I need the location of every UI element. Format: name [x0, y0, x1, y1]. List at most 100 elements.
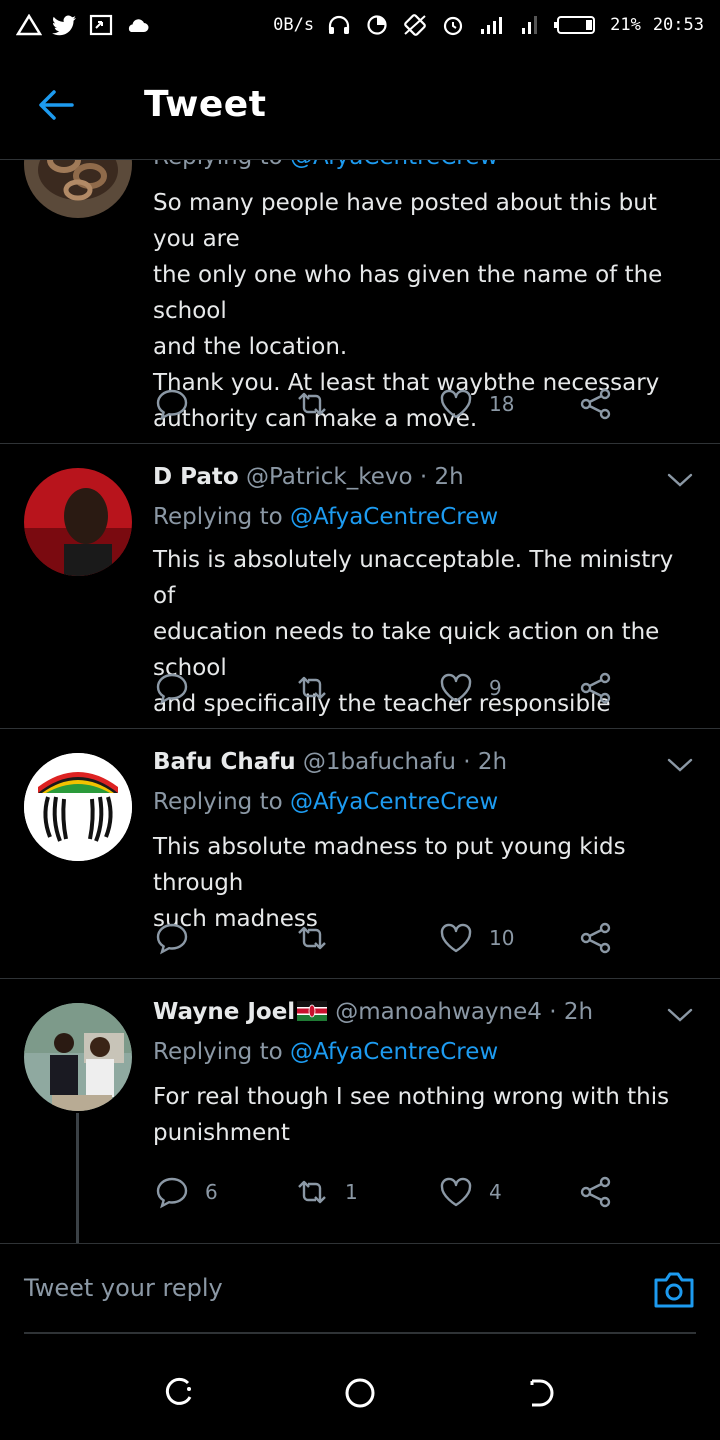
avatar[interactable]: [24, 1003, 132, 1111]
replying-prefix: Replying to: [153, 1039, 283, 1065]
replying-to: Replying to @AfyaCentreCrew: [153, 789, 498, 815]
battery-level: 21%: [610, 15, 641, 35]
reply-icon: [156, 923, 188, 955]
heart-icon: [440, 923, 472, 953]
retweet-button[interactable]: [293, 384, 345, 424]
tweet-actions: 9: [153, 668, 673, 708]
share-button[interactable]: [577, 384, 615, 424]
like-count: 4: [489, 1180, 502, 1204]
handle[interactable]: @manoahwayne4: [335, 999, 542, 1025]
display-name[interactable]: Bafu Chafu: [153, 749, 296, 775]
reply-composer: Tweet your reply: [0, 1244, 720, 1334]
back-nav-button[interactable]: [510, 1363, 570, 1423]
tweet-item[interactable]: D Pato @Patrick_kevo · 2h Replying to @A…: [0, 444, 720, 729]
like-count: 10: [489, 926, 515, 950]
avatar-rasta-hat-image: [24, 753, 132, 861]
avatar[interactable]: [24, 468, 132, 576]
kenya-flag-icon: [297, 1001, 328, 1021]
tweet-item[interactable]: Replying to @AfyaCentreCrew So many peop…: [0, 160, 720, 444]
back-nav-icon: [530, 1379, 554, 1407]
display-name[interactable]: D Pato: [153, 464, 239, 490]
tweet-actions: 6 1 4: [153, 1172, 673, 1212]
handle[interactable]: @1bafuchafu: [303, 749, 456, 775]
avatar[interactable]: [24, 753, 132, 861]
recents-button[interactable]: [150, 1363, 210, 1423]
reply-button[interactable]: [153, 384, 205, 424]
tweet-header: D Pato @Patrick_kevo · 2h: [153, 464, 464, 490]
replying-to: Replying to @AfyaCentreCrew: [153, 504, 498, 530]
net-speed: 0B/s: [273, 15, 315, 35]
alarm-icon: [443, 16, 463, 36]
status-bar: 0B/s 21% 20:53: [0, 0, 720, 50]
timestamp: · 2h: [463, 749, 508, 775]
mention-link[interactable]: @AfyaCentreCrew: [290, 504, 498, 530]
tweet-header: Bafu Chafu @1bafuchafu · 2h: [153, 749, 507, 775]
like-button[interactable]: 9: [437, 668, 502, 708]
replying-prefix: Replying to: [153, 504, 283, 530]
chevron-down-icon[interactable]: [664, 999, 696, 1031]
camera-icon[interactable]: [652, 1270, 696, 1310]
home-circle-icon: [345, 1378, 375, 1408]
chevron-down-icon[interactable]: [664, 749, 696, 781]
tweet-actions: 18: [153, 384, 673, 424]
reply-button[interactable]: [153, 918, 205, 958]
signal-icon: [481, 17, 503, 34]
tweet-item[interactable]: Bafu Chafu @1bafuchafu · 2h Replying to …: [0, 729, 720, 979]
retweet-button[interactable]: 1: [293, 1172, 358, 1212]
share-icon: [580, 672, 611, 704]
tweet-text-line: So many people have posted about this bu…: [153, 190, 657, 252]
retweet-icon: [298, 926, 326, 950]
retweet-icon: [298, 676, 326, 700]
like-count: 18: [489, 392, 515, 416]
like-button[interactable]: 4: [437, 1172, 502, 1212]
heart-icon: [440, 389, 472, 419]
avatar[interactable]: [24, 160, 132, 218]
headphones-icon: [328, 15, 350, 34]
replying-to: Replying to @AfyaCentreCrew: [153, 160, 498, 170]
reply-button[interactable]: [153, 668, 205, 708]
recents-icon: [165, 1377, 192, 1405]
tweet-actions: 10: [153, 918, 673, 958]
like-count: 9: [489, 676, 502, 700]
twitter-bird-icon: [52, 15, 76, 36]
reply-feed: Replying to @AfyaCentreCrew So many peop…: [0, 160, 720, 1243]
warning-icon: [16, 14, 42, 36]
replying-to: Replying to @AfyaCentreCrew: [153, 1039, 498, 1065]
timestamp: · 2h: [419, 464, 464, 490]
arrow-left-icon: [39, 89, 74, 120]
tweet-item[interactable]: Wayne Joel @manoahwayne4 · 2h Replying to…: [0, 979, 720, 1243]
reply-icon: [156, 1177, 188, 1209]
chevron-down-icon[interactable]: [664, 464, 696, 496]
share-button[interactable]: [577, 918, 615, 958]
retweet-icon: [298, 1180, 326, 1204]
mention-link[interactable]: @AfyaCentreCrew: [290, 1039, 498, 1065]
screenshot-icon: [89, 14, 113, 36]
display-name[interactable]: Wayne Joel: [153, 999, 295, 1025]
status-left-icons: [16, 14, 150, 36]
handle[interactable]: @Patrick_kevo: [246, 464, 413, 490]
reply-button[interactable]: 6: [153, 1172, 218, 1212]
page-title: Tweet: [144, 84, 267, 125]
reply-count: 6: [205, 1180, 218, 1204]
like-button[interactable]: 10: [437, 918, 514, 958]
retweet-button[interactable]: [293, 668, 345, 708]
mention-link[interactable]: @AfyaCentreCrew: [290, 160, 498, 170]
share-icon: [580, 388, 611, 420]
home-button[interactable]: [330, 1363, 390, 1423]
tweet-text-line: This is absolutely unacceptable. The min…: [153, 547, 674, 609]
avatar-photo-image: [24, 1003, 132, 1111]
reply-icon: [156, 389, 188, 421]
share-icon: [580, 922, 611, 954]
rotation-lock-icon: [404, 14, 426, 36]
tweet-text-line: punishment: [153, 1120, 290, 1146]
back-button[interactable]: [20, 69, 92, 141]
like-button[interactable]: 18: [437, 384, 514, 424]
system-nav-bar: [0, 1346, 720, 1440]
share-button[interactable]: [577, 1172, 615, 1212]
retweet-button[interactable]: [293, 918, 345, 958]
avatar-photo-image: [24, 468, 132, 576]
reply-input[interactable]: Tweet your reply: [24, 1244, 696, 1334]
avatar-chains-image: [24, 160, 132, 218]
share-button[interactable]: [577, 668, 615, 708]
mention-link[interactable]: @AfyaCentreCrew: [290, 789, 498, 815]
